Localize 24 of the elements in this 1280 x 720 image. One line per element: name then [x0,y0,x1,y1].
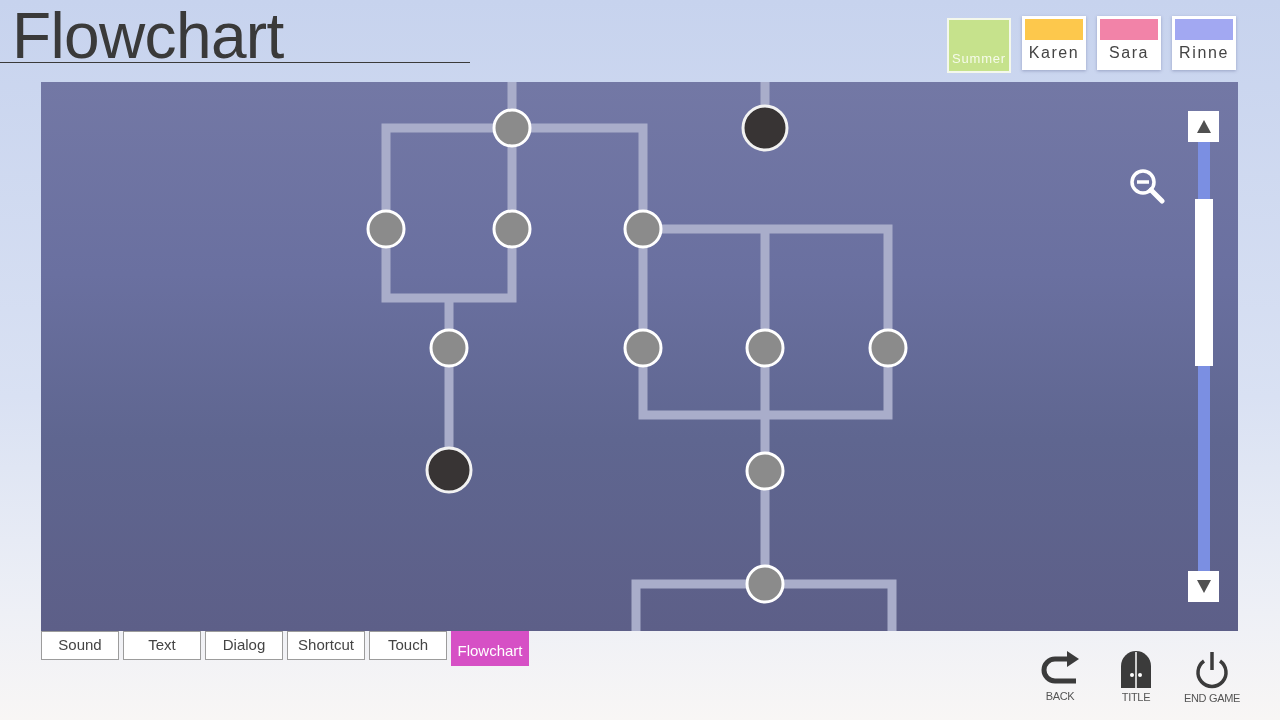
route-tab[interactable]: Sara [1097,16,1161,70]
door-icon [1120,651,1152,688]
page-title: Flowchart [12,10,284,62]
scroll-down-button[interactable] [1188,571,1219,602]
settings-tab[interactable]: Flowchart [451,631,529,666]
curved-arrow-icon [1040,651,1080,687]
settings-tab[interactable]: Touch [369,631,447,660]
scroll-thumb[interactable] [1194,199,1213,366]
zoom-out-icon [1129,168,1165,204]
zoom-out-button[interactable] [1129,168,1165,204]
triangle-down-icon [1196,580,1211,593]
settings-tab[interactable]: Sound [41,631,119,660]
title-button[interactable]: TITLE [1101,651,1171,704]
scroll-track[interactable] [1197,142,1210,571]
scroll-up-button[interactable] [1188,111,1219,142]
triangle-up-icon [1196,120,1211,133]
route-tab[interactable]: Rinne [1172,16,1236,70]
settings-tab[interactable]: Shortcut [287,631,365,660]
settings-tab[interactable]: Dialog [205,631,283,660]
route-tab[interactable]: Karen [1022,16,1086,70]
settings-tab[interactable]: Text [123,631,201,660]
back-button[interactable]: BACK [1025,651,1095,703]
power-icon [1194,651,1230,689]
power-button[interactable]: END GAME [1177,651,1247,705]
